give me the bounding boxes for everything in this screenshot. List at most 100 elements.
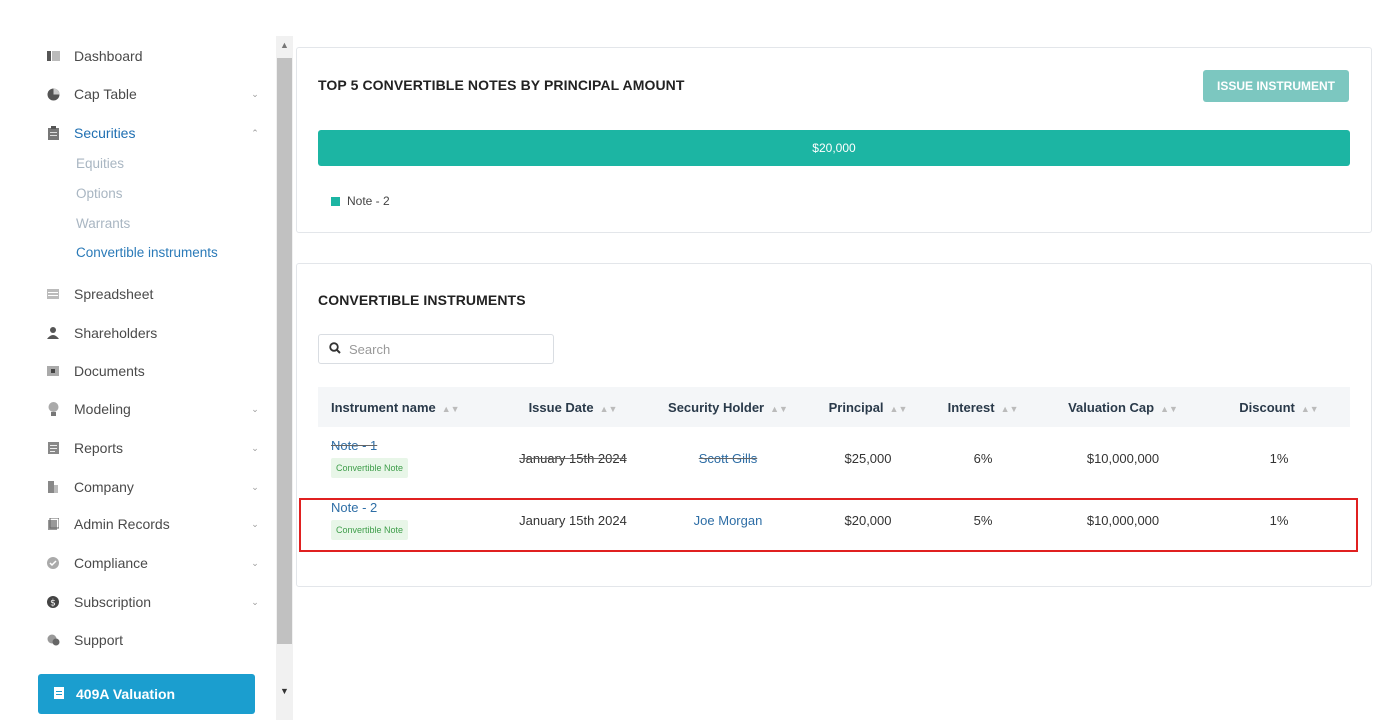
valuation-cap-cell: $10,000,000 [1086, 512, 1160, 528]
409a-valuation-button[interactable]: 409A Valuation [38, 674, 255, 714]
issue-date-cell: January 15th 2024 [519, 512, 627, 528]
sidebar-item-label: Cap Table [74, 86, 137, 102]
building-icon [46, 480, 60, 494]
sidebar-item-label: Reports [74, 440, 124, 456]
column-label: Principal [828, 399, 884, 415]
issue-date: January 15th 2024 [519, 450, 627, 466]
scroll-down-arrow-icon[interactable]: ▼ [280, 686, 289, 696]
column-label: Security Holder [668, 399, 765, 415]
scroll-up-arrow-icon[interactable]: ▲ [280, 40, 289, 50]
chevron-down-icon: ⌄ [251, 596, 259, 607]
legend-label: Note - 2 [347, 194, 390, 208]
sidebar-item-label: Securities [74, 125, 136, 141]
security-holder-link[interactable]: Scott Gills [699, 451, 758, 466]
top-notes-card: TOP 5 CONVERTIBLE NOTES BY PRINCIPAL AMO… [296, 47, 1372, 233]
dashboard-icon [46, 49, 60, 63]
sidebar-subitem-warrants[interactable]: Warrants [76, 216, 130, 231]
sidebar-item-compliance[interactable]: Compliance ⌄ [46, 551, 260, 575]
chevron-down-icon: ⌄ [251, 88, 259, 99]
sidebar-item-spreadsheet[interactable]: Spreadsheet [46, 282, 260, 306]
sort-icon[interactable]: ▲▼ [770, 404, 788, 414]
column-label: Interest [947, 399, 995, 415]
column-header-issue-date[interactable]: Issue Date ▲▼ [498, 387, 648, 427]
sidebar-item-documents[interactable]: Documents [46, 359, 260, 383]
bar-value-label: $20,000 [812, 141, 856, 155]
sidebar-item-cap-table[interactable]: Cap Table ⌄ [46, 82, 260, 106]
409a-valuation-label: 409A Valuation [76, 686, 176, 702]
chevron-up-icon: ⌃ [251, 127, 259, 138]
search-input[interactable] [349, 341, 539, 357]
sort-icon[interactable]: ▲▼ [1160, 404, 1178, 414]
instrument-name-link[interactable]: Note - 2 [331, 500, 498, 515]
user-icon [46, 326, 60, 340]
sidebar-item-dashboard[interactable]: Dashboard [46, 44, 260, 68]
column-header-security-holder[interactable]: Security Holder ▲▼ [648, 387, 808, 427]
sidebar-item-securities[interactable]: Securities ⌃ [46, 121, 260, 145]
chevron-down-icon: ⌄ [251, 481, 259, 492]
security-holder-link[interactable]: Joe Morgan [694, 513, 763, 528]
principal-cell: $25,000 [844, 450, 892, 466]
sidebar-subitem-options[interactable]: Options [76, 186, 123, 201]
chart-legend: Note - 2 [331, 194, 390, 208]
chevron-down-icon: ⌄ [251, 518, 259, 529]
column-header-valuation-cap[interactable]: Valuation Cap ▲▼ [1038, 387, 1208, 427]
search-box[interactable] [318, 334, 554, 364]
column-header-discount[interactable]: Discount ▲▼ [1208, 387, 1350, 427]
sort-icon[interactable]: ▲▼ [890, 404, 908, 414]
column-label: Issue Date [528, 399, 594, 415]
instruments-title: CONVERTIBLE INSTRUMENTS [318, 292, 526, 308]
sidebar-item-company[interactable]: Company ⌄ [46, 475, 260, 499]
sidebar-item-reports[interactable]: Reports ⌄ [46, 436, 260, 460]
folder-icon [46, 364, 60, 378]
sidebar-subitem-convertible-instruments[interactable]: Convertible instruments [76, 245, 218, 260]
sidebar-item-subscription[interactable]: $ Subscription ⌄ [46, 590, 260, 614]
sidebar-item-label: Dashboard [74, 48, 143, 64]
sidebar-item-label: Spreadsheet [74, 286, 154, 302]
column-label: Discount [1239, 399, 1295, 415]
interest-cell: 5% [973, 512, 993, 528]
holder-cell: Scott Gills [648, 427, 808, 489]
sidebar-item-admin-records[interactable]: Admin Records ⌄ [46, 512, 260, 536]
instrument-cell: Note - 1 Convertible Note [318, 427, 498, 489]
instrument-name: Note - 1 [331, 438, 378, 453]
support-icon [46, 633, 60, 647]
convertible-instruments-card: CONVERTIBLE INSTRUMENTS Instrument name ▲… [296, 263, 1372, 587]
sidebar-item-label: Documents [74, 363, 145, 379]
search-icon [329, 341, 341, 357]
column-header-instrument-name[interactable]: Instrument name ▲▼ [318, 387, 498, 427]
principal-cell: $20,000 [844, 512, 892, 528]
sidebar-subitem-equities[interactable]: Equities [76, 156, 124, 171]
admin-icon [46, 517, 60, 531]
sidebar-item-label: Compliance [74, 555, 148, 571]
instrument-cell: Note - 2 Convertible Note [318, 489, 498, 551]
column-label: Valuation Cap [1068, 399, 1155, 415]
dollar-icon: $ [46, 595, 60, 609]
discount-cell: 1% [1269, 450, 1289, 466]
sidebar-item-label: Admin Records [74, 516, 170, 532]
instrument-type-badge: Convertible Note [331, 520, 409, 540]
sort-icon[interactable]: ▲▼ [1001, 404, 1019, 414]
sidebar-item-modeling[interactable]: Modeling ⌄ [46, 397, 260, 421]
column-header-principal[interactable]: Principal ▲▼ [808, 387, 928, 427]
chevron-down-icon: ⌄ [251, 442, 259, 453]
sidebar-item-support[interactable]: Support [46, 628, 260, 652]
sidebar-item-label: Support [74, 632, 124, 648]
discount-cell: 1% [1269, 512, 1289, 528]
table-row: Note - 2 Convertible Note January 15th 2… [318, 489, 1350, 551]
holder-cell: Joe Morgan [648, 489, 808, 551]
sidebar-item-shareholders[interactable]: Shareholders [46, 321, 260, 345]
scrollbar-thumb[interactable] [277, 58, 292, 644]
table-row: Note - 1 Convertible Note January 15th 2… [318, 427, 1350, 489]
instruments-table: Instrument name ▲▼ Issue Date ▲▼ Security … [318, 387, 1350, 551]
issue-instrument-button[interactable]: ISSUE INSTRUMENT [1203, 70, 1349, 102]
sort-icon[interactable]: ▲▼ [442, 404, 460, 414]
column-header-interest[interactable]: Interest ▲▼ [928, 387, 1038, 427]
sidebar-item-label: Subscription [74, 594, 152, 610]
issue-date-cell: January 15th 2024 [498, 427, 648, 489]
valuation-cap-cell: $10,000,000 [1086, 450, 1160, 466]
sort-icon[interactable]: ▲▼ [600, 404, 618, 414]
shield-check-icon [46, 556, 60, 570]
sort-icon[interactable]: ▲▼ [1301, 404, 1319, 414]
chevron-down-icon: ⌄ [251, 403, 259, 414]
instrument-name-link[interactable]: Note - 1 [331, 438, 498, 453]
